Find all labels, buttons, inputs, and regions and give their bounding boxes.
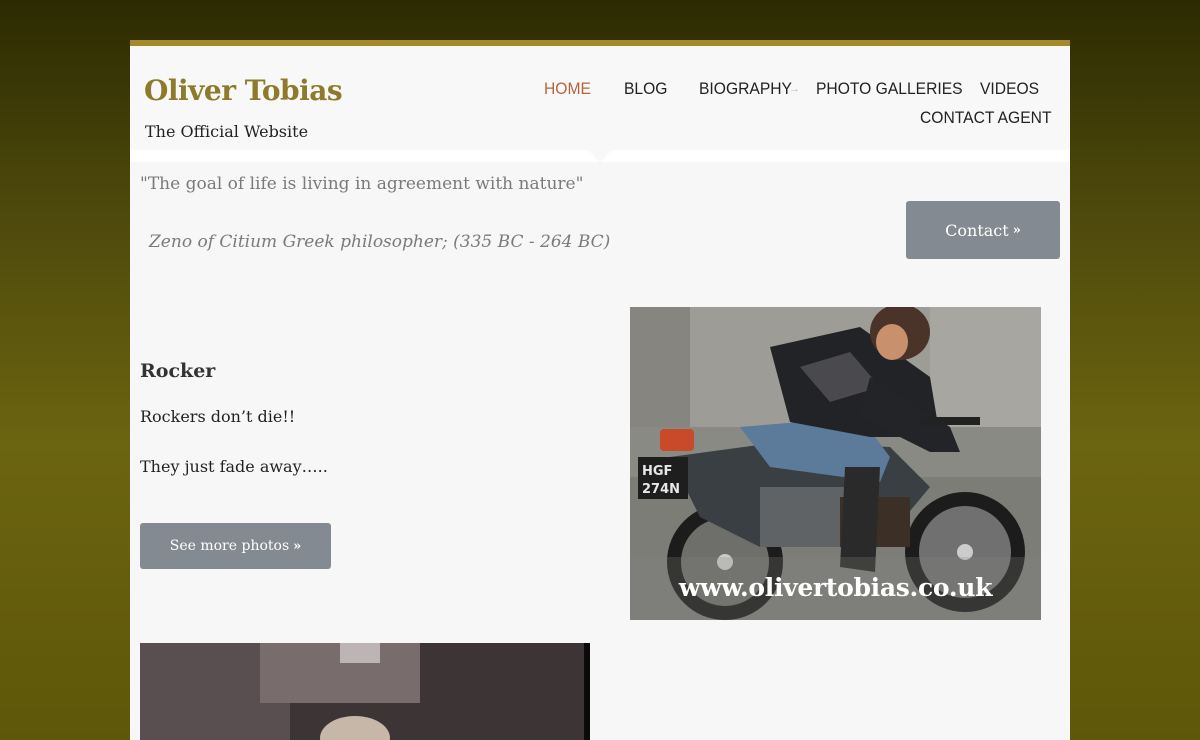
svg-text:HGF: HGF [642, 464, 672, 479]
portrait-photo-art [140, 643, 590, 740]
svg-text:274N: 274N [642, 482, 680, 497]
nav-item-contact-agent[interactable]: CONTACT AGENT [920, 108, 1052, 128]
see-more-photos-button[interactable]: See more photos » [140, 523, 331, 569]
portrait-photo [140, 643, 590, 740]
nav-item-biography[interactable]: BIOGRAPHY [699, 79, 792, 99]
motorcycle-photo: HGF 274N www.olivertobias.co.uk [630, 307, 1041, 620]
page-container: Oliver Tobias The Official Website HOME … [130, 40, 1070, 740]
header: Oliver Tobias The Official Website HOME … [130, 46, 1070, 150]
site-title[interactable]: Oliver Tobias [144, 74, 343, 107]
site-subtitle: The Official Website [145, 122, 309, 141]
section-title: Rocker [140, 360, 216, 382]
nav-item-blog[interactable]: BLOG [624, 79, 667, 99]
nav-item-photo-galleries[interactable]: PHOTO GALLERIES [816, 79, 963, 99]
photo-watermark: www.olivertobias.co.uk [678, 573, 993, 602]
contact-button[interactable]: Contact » [906, 201, 1060, 259]
double-chevron-right-icon: » [1012, 222, 1021, 238]
see-more-photos-label: See more photos [169, 538, 290, 554]
nav-item-videos[interactable]: VIDEOS [980, 79, 1039, 99]
double-chevron-right-icon: » [293, 538, 302, 554]
arrow-right-icon: → [789, 83, 800, 95]
section-paragraph: Rockers don’t die!! [140, 407, 296, 426]
quote-text: "The goal of life is living in agreement… [140, 174, 584, 194]
nav-item-home[interactable]: HOME [544, 79, 591, 99]
quote-author: Zeno of Citium Greek philosopher; (335 B… [149, 232, 611, 252]
arrow-right-icon: → [952, 83, 963, 95]
section-paragraph: They just fade away….. [140, 457, 328, 476]
active-indicator [588, 150, 612, 162]
contact-button-label: Contact [945, 220, 1009, 240]
